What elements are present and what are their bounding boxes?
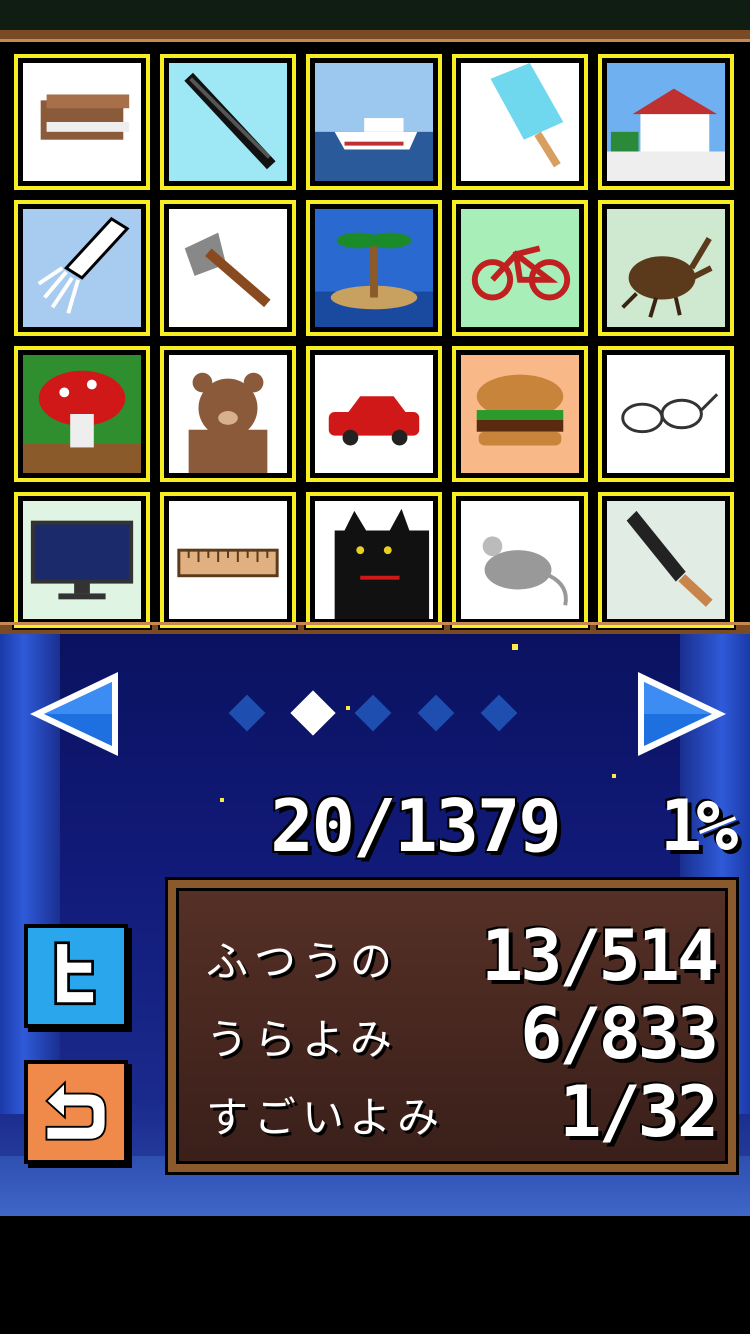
- black-cat-icon: [334, 508, 430, 619]
- popsicle-icon: [490, 63, 564, 168]
- collection-tile[interactable]: [158, 490, 298, 630]
- twitter-share-button[interactable]: [24, 924, 128, 1028]
- tile-image: [167, 61, 289, 183]
- squid-icon: [37, 216, 130, 314]
- tile-image: [605, 207, 727, 329]
- stats-panel: ふつうの 13/514 うらよみ 6/833 すごいよみ 1/32: [165, 877, 739, 1175]
- beetle-icon: [621, 236, 713, 318]
- tile-image: [605, 61, 727, 183]
- collection-tile[interactable]: [450, 344, 590, 484]
- glasses-icon: [621, 393, 719, 434]
- star: [612, 774, 616, 778]
- page-dot[interactable]: [480, 694, 518, 732]
- tile-image: [167, 207, 289, 329]
- page-dot[interactable]: [290, 690, 336, 736]
- collection-percent: 1%: [660, 786, 738, 866]
- rat-icon: [482, 536, 568, 606]
- tile-image: [313, 353, 435, 475]
- stat-value: 1/32: [559, 1071, 719, 1153]
- collection-tile[interactable]: [304, 344, 444, 484]
- tile-image: [605, 353, 727, 475]
- collection-tile[interactable]: [304, 490, 444, 630]
- back-icon: [45, 1080, 107, 1141]
- flute-icon: [184, 72, 276, 170]
- tile-image: [313, 499, 435, 621]
- collection-tile[interactable]: [450, 52, 590, 192]
- collection-tile[interactable]: [596, 198, 736, 338]
- bottom-letterbox: [0, 1216, 750, 1334]
- tile-image: [167, 353, 289, 475]
- bicycle-icon: [471, 245, 571, 301]
- collection-tile[interactable]: [450, 198, 590, 338]
- page-dot[interactable]: [354, 694, 392, 732]
- collection-tile[interactable]: [12, 52, 152, 192]
- collection-tile[interactable]: [12, 344, 152, 484]
- previous-page-arrow[interactable]: [24, 668, 122, 760]
- stat-value: 13/514: [481, 915, 719, 997]
- ruler-icon: [177, 548, 279, 578]
- twitter-icon: [54, 941, 96, 1006]
- hamburger-icon: [476, 374, 564, 446]
- mushroom-cloud-icon: [23, 370, 141, 473]
- page-dot[interactable]: [417, 694, 455, 732]
- page-indicator: [226, 690, 526, 736]
- arrow-right-icon: [638, 672, 726, 756]
- tile-image: [459, 353, 581, 475]
- top-status-strip: [0, 0, 750, 30]
- stat-row-ura: うらよみ 6/833: [206, 993, 719, 1075]
- knife-icon: [626, 510, 713, 607]
- tile-image: [459, 499, 581, 621]
- ship-icon: [315, 118, 433, 181]
- collection-tile[interactable]: [596, 490, 736, 630]
- monitor-icon: [30, 520, 134, 600]
- arrow-left-icon: [30, 672, 118, 756]
- tile-image: [21, 499, 143, 621]
- star: [220, 798, 224, 802]
- back-button[interactable]: [24, 1060, 128, 1164]
- collection-tile[interactable]: [158, 344, 298, 484]
- tile-image: [605, 499, 727, 621]
- collection-tile[interactable]: [450, 490, 590, 630]
- house-icon: [607, 88, 725, 181]
- page-dot[interactable]: [228, 694, 266, 732]
- car-icon: [328, 396, 420, 446]
- next-page-arrow[interactable]: [634, 668, 732, 760]
- collection-total: 20/1379: [270, 784, 561, 868]
- collection-tile[interactable]: [304, 52, 444, 192]
- stat-label: すごいよみ: [206, 1093, 446, 1142]
- stat-row-sugoi: すごいよみ 1/32: [206, 1071, 719, 1153]
- tile-image: [167, 499, 289, 621]
- tile-image: [313, 61, 435, 183]
- collection-tile[interactable]: [12, 198, 152, 338]
- collection-tile[interactable]: [12, 490, 152, 630]
- stat-value: 6/833: [520, 993, 719, 1075]
- collection-tile[interactable]: [158, 198, 298, 338]
- book-icon: [40, 94, 130, 140]
- tile-image: [21, 353, 143, 475]
- collection-tile[interactable]: [304, 198, 444, 338]
- axe-icon: [184, 232, 271, 308]
- collection-tile[interactable]: [158, 52, 298, 192]
- bear-icon: [188, 372, 268, 473]
- collection-tile[interactable]: [596, 52, 736, 192]
- island-icon: [315, 232, 433, 327]
- stat-row-normal: ふつうの 13/514: [206, 915, 719, 997]
- stat-label: ふつうの: [206, 937, 399, 986]
- collection-tile[interactable]: [596, 344, 736, 484]
- tile-image: [313, 207, 435, 329]
- tile-image: [21, 61, 143, 183]
- tile-image: [21, 207, 143, 329]
- star: [512, 644, 518, 650]
- collection-grid: [0, 30, 750, 634]
- stat-label: うらよみ: [206, 1015, 399, 1064]
- tile-image: [459, 61, 581, 183]
- tile-image: [459, 207, 581, 329]
